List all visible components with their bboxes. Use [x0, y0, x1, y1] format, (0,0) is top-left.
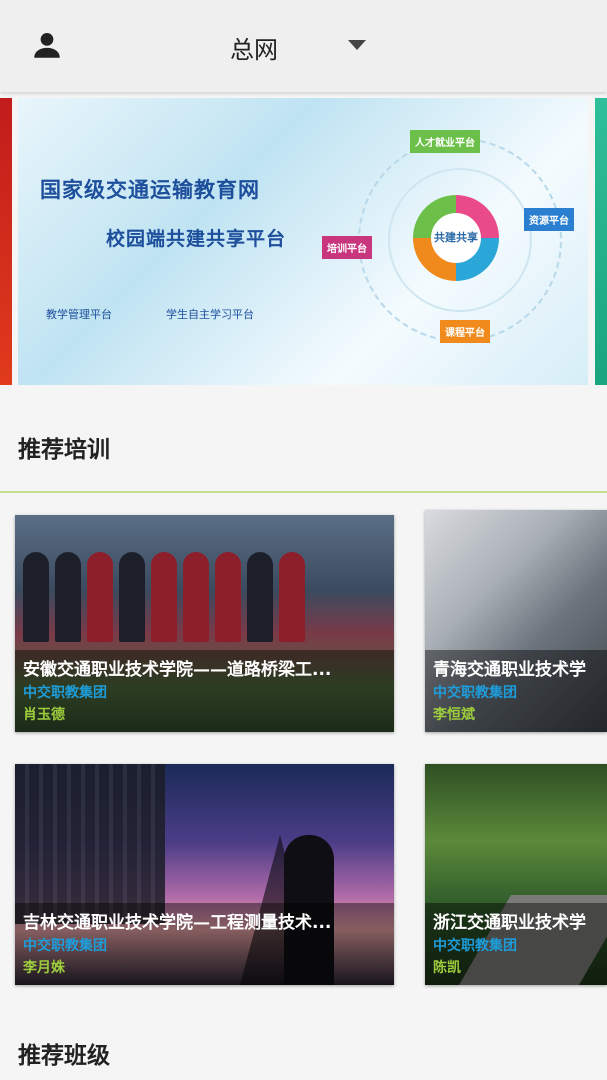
- section-title-training: 推荐培训: [18, 437, 110, 463]
- card-title: 安徽交通职业技术学院——道路桥梁工...: [23, 660, 332, 680]
- card-organization: 中交职教集团: [433, 685, 517, 701]
- card-teacher: 陈凯: [433, 960, 461, 976]
- next-banner-peek[interactable]: [595, 98, 607, 385]
- card-title: 吉林交通职业技术学院—工程测量技术...: [23, 913, 332, 933]
- caret-down-icon[interactable]: [348, 40, 366, 50]
- section-title-classes: 推荐班级: [18, 1043, 110, 1069]
- training-card[interactable]: 安徽交通职业技术学院——道路桥梁工... 中交职教集团 肖玉德: [15, 515, 394, 732]
- training-card[interactable]: 青海交通职业技术学 中交职教集团 李恒斌: [425, 510, 607, 732]
- training-card[interactable]: 浙江交通职业技术学 中交职教集团 陈凯: [425, 764, 607, 985]
- card-teacher: 李月姝: [23, 960, 65, 976]
- banner-slide[interactable]: 国家级交通运输教育网 校园端共建共享平台 教学管理平台 学生自主学习平台 共建共…: [18, 98, 588, 385]
- banner-teaching-platform: 教学管理平台: [46, 308, 112, 321]
- card-teacher: 李恒斌: [433, 707, 475, 723]
- card-organization: 中交职教集团: [23, 685, 107, 701]
- banner-subtitle: 校园端共建共享平台: [106, 228, 287, 250]
- training-card[interactable]: 吉林交通职业技术学院—工程测量技术... 中交职教集团 李月姝: [15, 764, 394, 985]
- banner-node-training: 培训平台: [322, 236, 372, 259]
- banner-core-label: 共建共享: [431, 213, 481, 263]
- card-organization: 中交职教集团: [23, 938, 107, 954]
- card-teacher: 肖玉德: [23, 707, 65, 723]
- site-selector-title[interactable]: 总网: [230, 30, 278, 65]
- card-image-people: [23, 552, 305, 642]
- section-divider: [0, 491, 607, 493]
- banner-self-study-platform: 学生自主学习平台: [166, 308, 254, 321]
- card-image-building: [15, 764, 165, 924]
- banner-node-resources: 资源平台: [524, 208, 574, 231]
- card-organization: 中交职教集团: [433, 938, 517, 954]
- banner-node-employment: 人才就业平台: [410, 130, 480, 153]
- prev-banner-peek[interactable]: [0, 98, 12, 385]
- banner-node-courses: 课程平台: [440, 320, 490, 343]
- user-icon[interactable]: [30, 28, 64, 62]
- banner-carousel[interactable]: 国家级交通运输教育网 校园端共建共享平台 教学管理平台 学生自主学习平台 共建共…: [0, 98, 607, 385]
- card-title: 浙江交通职业技术学: [433, 913, 586, 933]
- banner-title: 国家级交通运输教育网: [40, 178, 260, 202]
- card-title: 青海交通职业技术学: [433, 660, 586, 680]
- top-bar: 总网: [0, 0, 607, 92]
- banner-core-circle: 共建共享: [413, 195, 499, 281]
